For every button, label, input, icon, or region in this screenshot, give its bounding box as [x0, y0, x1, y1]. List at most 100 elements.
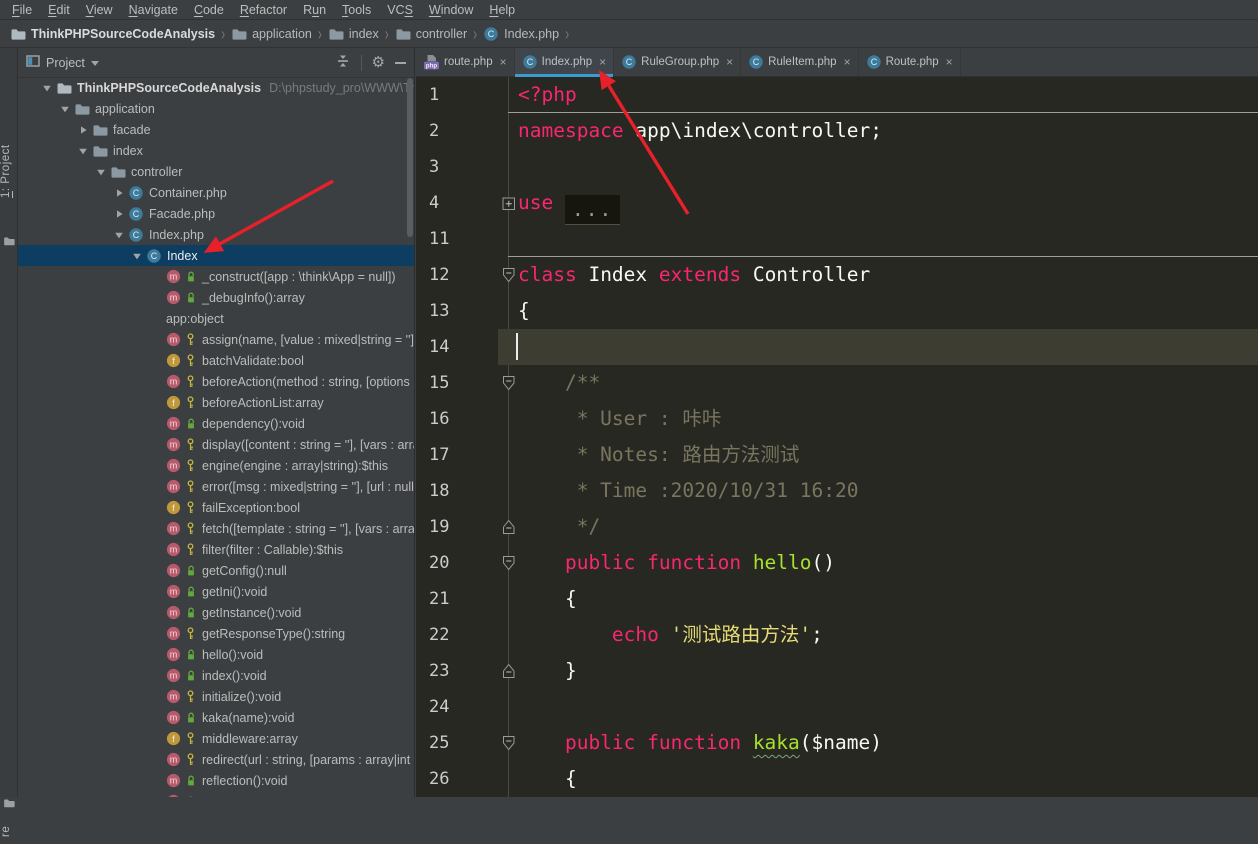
editor-tab-bar: phproute.php×CIndex.php×CRuleGroup.php×C…	[416, 48, 1258, 77]
fold-marker-icon[interactable]	[502, 375, 516, 395]
tree-row-application[interactable]: application	[18, 98, 414, 119]
tree-row-thinkphpsourcecodeanalysis[interactable]: ThinkPHPSourceCodeAnalysisD:\phpstudy_pr…	[18, 77, 414, 98]
close-icon[interactable]: ×	[500, 55, 507, 69]
breadcrumb-item-application[interactable]: application	[229, 26, 314, 42]
close-icon[interactable]: ×	[726, 55, 733, 69]
menu-refactor[interactable]: Refactor	[232, 3, 295, 17]
line-number: 25	[429, 725, 449, 761]
tool-stripe-project[interactable]: 1: Project	[0, 112, 18, 230]
project-scrollbar[interactable]	[407, 78, 413, 237]
tree-row-beforeactionmethodstringop[interactable]: mbeforeAction(method : string, [options …	[18, 371, 414, 392]
tree-row-beforeactionlistarray[interactable]: fbeforeActionList:array	[18, 392, 414, 413]
gear-icon[interactable]: ⚙	[372, 55, 385, 70]
code-line: 4use ...	[416, 185, 1258, 221]
menu-help[interactable]: Help	[481, 3, 523, 17]
menu-navigate[interactable]: Navigate	[121, 3, 186, 17]
tab-routephp[interactable]: CRoute.php×	[859, 48, 961, 76]
close-icon[interactable]: ×	[844, 55, 851, 69]
tree-row-controller[interactable]: controller	[18, 161, 414, 182]
chevron-down-icon[interactable]	[96, 167, 106, 177]
tree-row-containerphp[interactable]: CContainer.php	[18, 182, 414, 203]
tree-row-_debuginfoarray[interactable]: m_debugInfo():array	[18, 287, 414, 308]
tree-label: index	[113, 144, 143, 158]
tree-row-getinstancevoid[interactable]: mgetInstance():void	[18, 602, 414, 623]
tree-row-assignnamevaluemixedstring[interactable]: massign(name, [value : mixed|string = ''…	[18, 329, 414, 350]
member-label: reflection():void	[202, 774, 287, 788]
chevron-down-icon[interactable]	[60, 104, 70, 114]
menu-window[interactable]: Window	[421, 3, 481, 17]
fold-marker-icon[interactable]	[502, 663, 516, 683]
tree-row-reflectionvoid[interactable]: m reflection():void	[18, 770, 414, 791]
collapse-all-icon[interactable]	[335, 53, 351, 72]
tree-row-index[interactable]: CIndex	[18, 245, 414, 266]
method-icon: m	[166, 773, 181, 788]
chevron-right-icon[interactable]	[78, 125, 88, 135]
tree-label: Container.php	[149, 186, 227, 200]
tree-row-getresponsetypestring[interactable]: mgetResponseType():string	[18, 623, 414, 644]
tree-row-index[interactable]: index	[18, 140, 414, 161]
tree-row-hellovoid[interactable]: mhello():void	[18, 644, 414, 665]
tree-row-facadephp[interactable]: CFacade.php	[18, 203, 414, 224]
tree-row-getinivoid[interactable]: mgetIni():void	[18, 581, 414, 602]
tree-row-displaycontentstringvarsar[interactable]: mdisplay([content : string = ''], [vars …	[18, 434, 414, 455]
tree-row-engineenginearraystringthi[interactable]: mengine(engine : array|string):$this	[18, 455, 414, 476]
minimize-icon[interactable]	[395, 62, 406, 64]
tab-rulegroupphp[interactable]: CRuleGroup.php×	[614, 48, 741, 76]
project-panel-title[interactable]: Project	[46, 56, 85, 70]
tab-ruleitemphp[interactable]: CRuleItem.php×	[741, 48, 858, 76]
chevron-right-icon[interactable]	[114, 188, 124, 198]
tree-row-indexvoid[interactable]: mindex():void	[18, 665, 414, 686]
tree-row-row[interactable]: m	[18, 791, 414, 797]
breadcrumb-item-controller[interactable]: controller	[393, 26, 469, 42]
member-label: fetch([template : string = ''], [vars : …	[202, 522, 414, 536]
fold-marker-icon[interactable]	[502, 555, 516, 575]
close-icon[interactable]: ×	[599, 55, 606, 69]
tree-row-getconfignull[interactable]: mgetConfig():null	[18, 560, 414, 581]
menu-tools[interactable]: Tools	[334, 3, 379, 17]
menu-code[interactable]: Code	[186, 3, 232, 17]
tab-routephp[interactable]: phproute.php×	[416, 48, 515, 76]
chevron-down-icon[interactable]	[78, 146, 88, 156]
protected-key-icon	[186, 354, 197, 367]
chevron-down-icon[interactable]	[114, 230, 124, 240]
svg-text:m: m	[170, 524, 178, 534]
menu-vcs[interactable]: VCS	[379, 3, 421, 17]
tree-row-batchvalidatebool[interactable]: fbatchValidate:bool	[18, 350, 414, 371]
tree-row-fetchtemplatestringvarsarr[interactable]: m fetch([template : string = ''], [vars :…	[18, 518, 414, 539]
close-icon[interactable]: ×	[946, 55, 953, 69]
chevron-right-icon[interactable]	[114, 209, 124, 219]
tool-stripe-structure[interactable]: re	[0, 818, 18, 844]
menu-edit[interactable]: Edit	[40, 3, 78, 17]
chevron-down-icon[interactable]	[132, 251, 142, 261]
tab-indexphp[interactable]: CIndex.php×	[515, 48, 615, 76]
menu-run[interactable]: Run	[295, 3, 334, 17]
fold-marker-icon[interactable]	[502, 735, 516, 755]
breadcrumb-item-index[interactable]: index	[326, 26, 381, 42]
tree-row-redirecturlstringparamsarr[interactable]: mredirect(url : string, [params : array|…	[18, 749, 414, 770]
breadcrumb-item-thinkphpsourcecodeanalysis[interactable]: ThinkPHPSourceCodeAnalysis	[8, 26, 217, 42]
fold-marker-icon[interactable]	[502, 196, 516, 215]
tree-row-kakanamevoid[interactable]: mkaka(name):void	[18, 707, 414, 728]
tree-row-errormsgmixedstringurlnull[interactable]: merror([msg : mixed|string = ''], [url :…	[18, 476, 414, 497]
tree-row-failexceptionbool[interactable]: ffailException:bool	[18, 497, 414, 518]
tree-row-initializevoid[interactable]: minitialize():void	[18, 686, 414, 707]
menu-view[interactable]: View	[78, 3, 121, 17]
member-label: getConfig():null	[202, 564, 287, 578]
code-token: ($name)	[800, 731, 882, 754]
fold-marker-icon[interactable]	[502, 267, 516, 287]
fold-marker-icon[interactable]	[502, 519, 516, 539]
tree-row-dependencyvoid[interactable]: mdependency():void	[18, 413, 414, 434]
code-token: public function	[565, 731, 753, 754]
tree-row-appobject[interactable]: app:object	[18, 308, 414, 329]
member-label: getInstance():void	[202, 606, 301, 620]
breadcrumb-item-indexphp[interactable]: CIndex.php	[481, 26, 561, 42]
chevron-down-icon[interactable]	[91, 61, 99, 66]
tree-row-indexphp[interactable]: CIndex.php	[18, 224, 414, 245]
chevron-down-icon[interactable]	[42, 83, 52, 93]
code-editor[interactable]: 1<?php2namespace app\index\controller;34…	[416, 77, 1258, 797]
tree-row-facade[interactable]: facade	[18, 119, 414, 140]
menu-file[interactable]: File	[4, 3, 40, 17]
tree-row-filterfiltercallablethis[interactable]: mfilter(filter : Callable):$this	[18, 539, 414, 560]
tree-row-_constructappthinkappnull[interactable]: m_construct([app : \think\App = null])	[18, 266, 414, 287]
tree-row-middlewarearray[interactable]: fmiddleware:array	[18, 728, 414, 749]
